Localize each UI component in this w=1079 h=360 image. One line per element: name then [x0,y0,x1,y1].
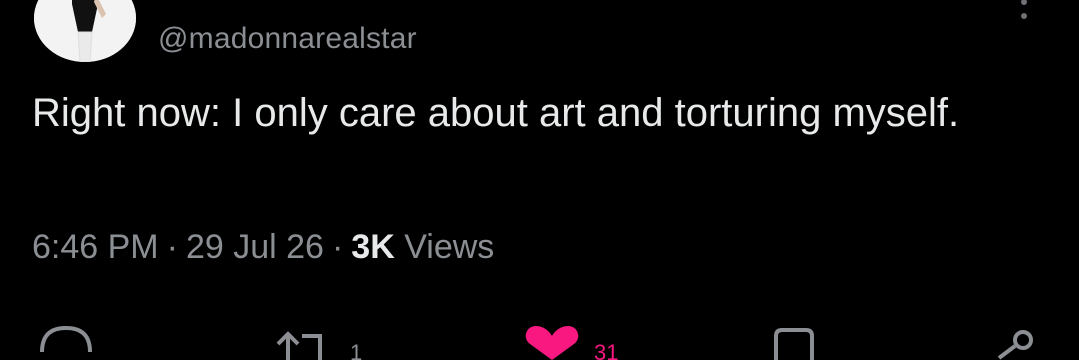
tweet-date[interactable]: 29 Jul 26 [186,228,324,266]
retweet-count: 1 [350,340,363,360]
reply-button[interactable] [36,318,96,360]
share-icon [997,330,1033,360]
views-label[interactable]: Views [404,228,494,266]
action-bar: 1 31 [0,318,1079,360]
bookmark-button[interactable] [770,318,820,360]
profile-photo-icon [34,0,136,62]
retweet-button[interactable]: 1 [272,318,382,360]
more-vertical-icon[interactable] [1012,0,1036,34]
retweet-icon [276,331,322,360]
tweet-meta: 6:46 PM · 29 Jul 26 · 3K Views [32,228,494,267]
meta-separator: · [331,228,344,266]
tweet-text: Right now: I only care about art and tor… [32,91,960,135]
bookmark-icon [774,328,814,360]
tweet-time[interactable]: 6:46 PM [32,228,159,266]
author-handle[interactable]: @madonnarealstar [158,22,417,56]
like-button[interactable]: 31 [524,318,634,360]
reply-icon [40,325,92,353]
avatar[interactable] [34,0,136,62]
heart-icon [525,326,579,360]
share-button[interactable] [985,318,1045,360]
tweet-card: @madonnarealstar Right now: I only care … [0,0,1079,360]
meta-separator: · [166,228,178,266]
like-count: 31 [594,340,619,360]
views-count[interactable]: 3K [351,228,394,266]
